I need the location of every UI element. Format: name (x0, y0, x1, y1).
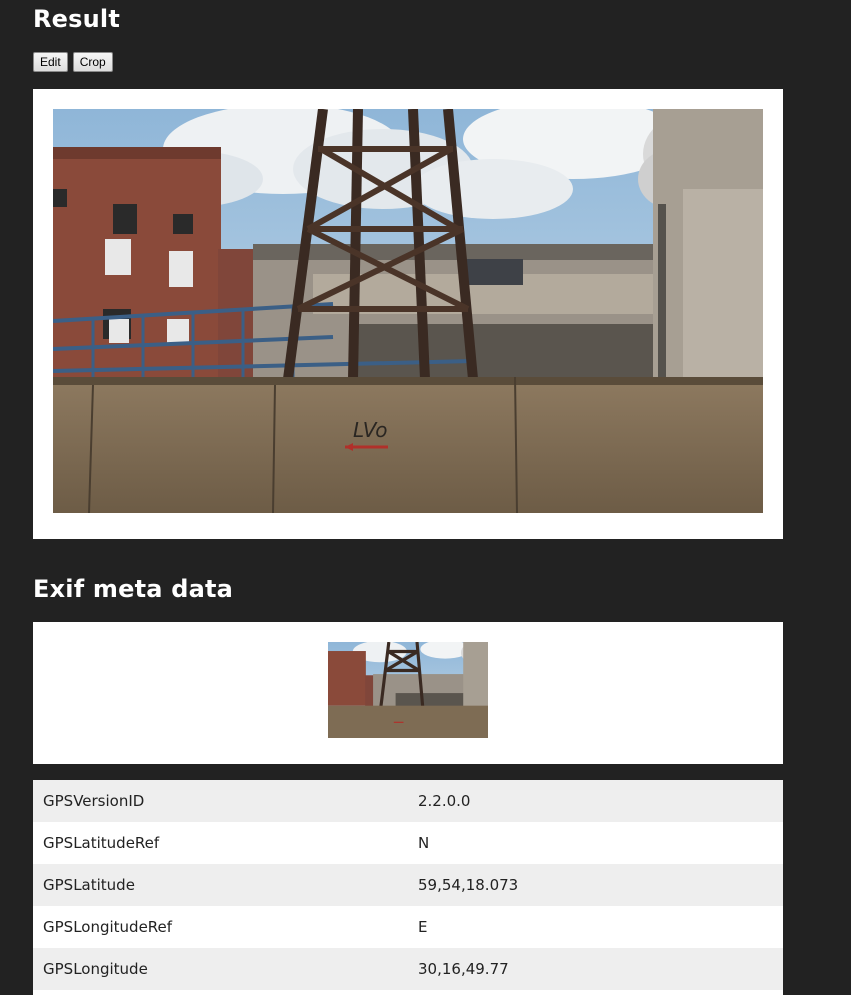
exif-table: GPSVersionID 2.2.0.0 GPSLatitudeRef N GPSLat… (33, 780, 783, 995)
exif-row: GPSLatitude 59,54,18.073 (33, 864, 783, 906)
exif-row (33, 990, 783, 995)
exif-key: GPSVersionID (43, 792, 145, 810)
industrial-scene-image: LVo (53, 109, 763, 513)
exif-key (33, 990, 408, 995)
exif-key: GPSLatitudeRef (43, 834, 160, 852)
exif-heading: Exif meta data (33, 575, 234, 603)
graffiti-text: LVo (353, 418, 387, 442)
exif-value: 59,54,18.073 (418, 876, 519, 894)
exif-row: GPSLatitudeRef N (33, 822, 783, 864)
image-toolbar: Edit Crop (33, 52, 113, 72)
exif-thumbnail (328, 642, 488, 738)
exif-value: N (418, 834, 430, 852)
exif-value: 2.2.0.0 (418, 792, 471, 810)
result-heading: Result (33, 5, 121, 33)
exif-row: GPSLongitudeRef E (33, 906, 783, 948)
exif-row: GPSLongitude 30,16,49.77 (33, 948, 783, 990)
edit-button[interactable]: Edit (33, 52, 68, 72)
crop-button[interactable]: Crop (72, 52, 113, 72)
result-image-panel: LVo (33, 89, 783, 539)
result-photo[interactable]: LVo (53, 109, 763, 513)
exif-key: GPSLatitude (43, 876, 135, 894)
thumbnail-image (328, 642, 488, 738)
exif-value (408, 990, 783, 995)
exif-thumbnail-panel (33, 622, 783, 764)
exif-row: GPSVersionID 2.2.0.0 (33, 780, 783, 822)
exif-key: GPSLongitudeRef (43, 918, 173, 936)
exif-value: E (418, 918, 428, 936)
exif-key: GPSLongitude (43, 960, 148, 978)
exif-value: 30,16,49.77 (418, 960, 509, 978)
